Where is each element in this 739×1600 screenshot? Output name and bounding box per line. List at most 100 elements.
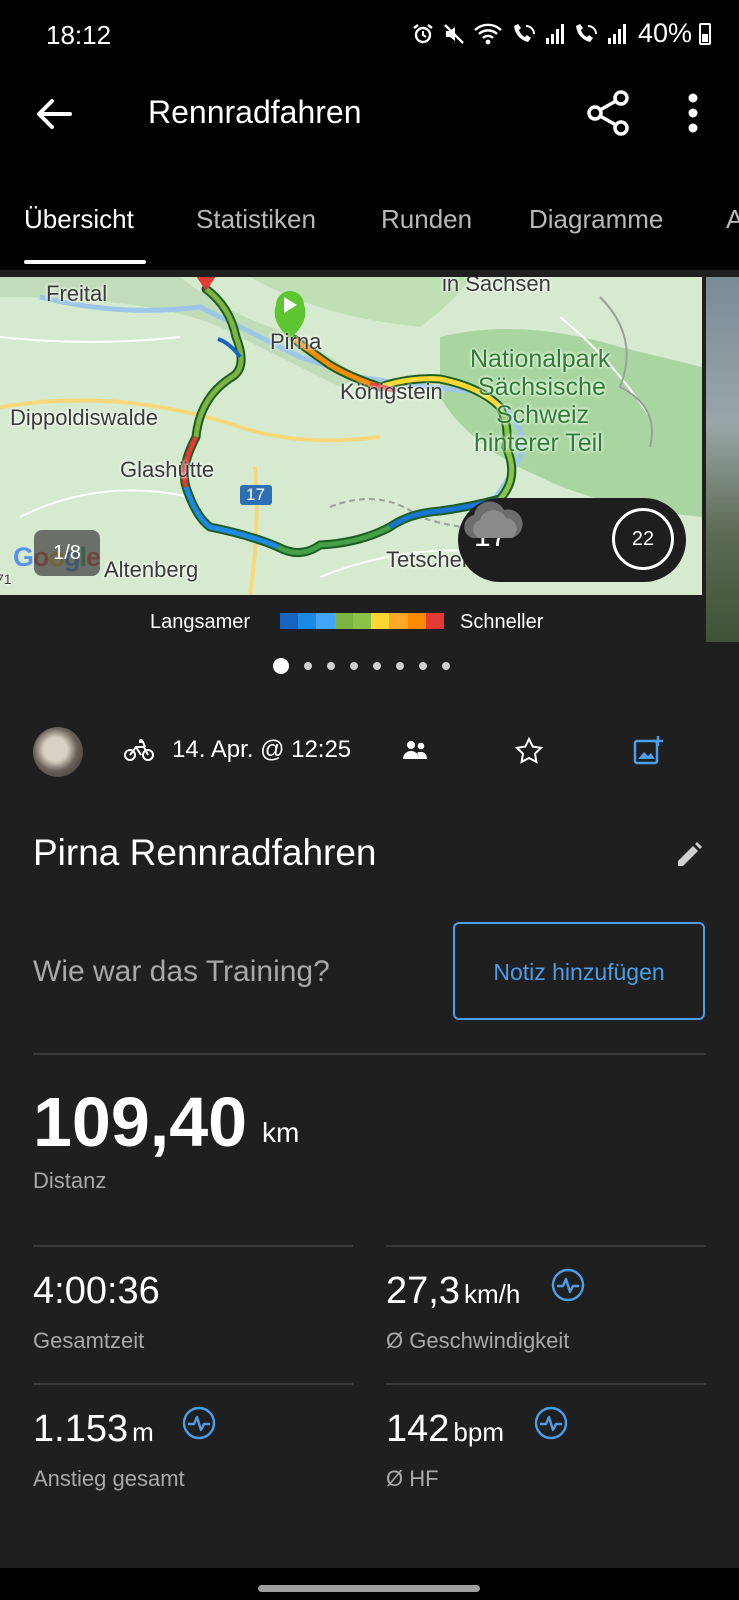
activity-date: 14. Apr. @ 12:25 (172, 736, 352, 763)
carousel-pager (273, 658, 450, 674)
avg-speed-value: 27,3 (386, 1270, 460, 1312)
legend-color-swatch (316, 613, 335, 629)
ascent-value: 1.153 (33, 1408, 129, 1450)
status-icons: 40% (411, 18, 711, 49)
divider (386, 1383, 706, 1385)
tab-laps[interactable]: Runden (381, 204, 472, 235)
map-label-nationalpark: Nationalpark (470, 345, 611, 373)
photo-thumbnail-peek[interactable] (706, 277, 739, 642)
pager-dot[interactable] (304, 662, 312, 670)
divider (386, 1245, 706, 1247)
signal-1-icon (545, 23, 564, 44)
ascent-value-row: 1.153 m (33, 1408, 154, 1451)
mute-icon (444, 23, 464, 44)
battery-icon (699, 22, 711, 45)
map-label-glashuette: Glashütte (120, 457, 215, 482)
home-gesture-handle[interactable] (258, 1585, 480, 1592)
pager-dot[interactable] (442, 662, 450, 670)
stat-avg-hr[interactable]: 142 bpm Ø HF (386, 1386, 706, 1506)
legend-color-swatch (298, 613, 317, 629)
total-time-value: 4:00:36 (33, 1270, 160, 1312)
training-question: Wie war das Training? (33, 955, 330, 988)
people-icon[interactable] (402, 739, 428, 761)
activity-info-row: 14. Apr. @ 12:25 (0, 722, 739, 782)
stat-ascent[interactable]: 1.153 m Anstieg gesamt (33, 1386, 353, 1506)
map-label-pirna: Pirna (270, 329, 322, 354)
photo-counter: 1/8 (34, 530, 100, 576)
map-edge-number: 71 (0, 571, 12, 587)
route-map[interactable]: Freital in Sachsen Pirna Nationalpark Sä… (0, 277, 702, 595)
avg-hr-label: Ø HF (386, 1466, 439, 1491)
divider (33, 1245, 353, 1247)
signal-2-icon (607, 23, 626, 44)
legend-color-swatch (407, 613, 426, 629)
activity-name: Pirna Rennradfahren (33, 832, 377, 873)
avg-speed-label: Ø Geschwindigkeit (386, 1328, 570, 1353)
avg-hr-value: 142 (386, 1408, 450, 1450)
weather-badge: 17° 22 (458, 498, 686, 582)
legend-slower-label: Langsamer (150, 611, 251, 633)
ascent-unit: m (132, 1417, 154, 1447)
avatar[interactable] (33, 727, 83, 777)
share-icon[interactable] (585, 88, 631, 138)
bike-icon (124, 739, 154, 761)
tab-overview[interactable]: Übersicht (24, 204, 134, 235)
tab-indicator (24, 260, 146, 264)
legend-color-swatch (389, 613, 408, 629)
performance-pulse-icon[interactable] (182, 1406, 216, 1440)
pager-dot[interactable] (373, 662, 381, 670)
legend-color-swatch (425, 613, 444, 629)
battery-percent: 40% (637, 18, 692, 48)
stat-avg-speed[interactable]: 27,3 km/h Ø Geschwindigkeit (386, 1248, 706, 1368)
wifi-icon (474, 23, 502, 44)
avg-speed-value-row: 27,3 km/h (386, 1270, 520, 1313)
tab-bar: Übersicht Statistiken Runden Diagramme A (0, 156, 739, 270)
add-photo-icon[interactable] (632, 734, 664, 766)
map-label-altenberg: Altenberg (104, 557, 199, 582)
performance-pulse-icon[interactable] (551, 1268, 585, 1302)
tab-more[interactable]: A (726, 204, 739, 235)
app-bar: Rennradfahren (0, 72, 739, 156)
pager-dot[interactable] (327, 662, 335, 670)
star-icon[interactable] (514, 736, 544, 766)
add-note-button[interactable]: Notiz hinzufügen (453, 922, 705, 1020)
map-label-schweiz: Schweiz (496, 401, 590, 429)
distance-unit: km (262, 1117, 300, 1148)
status-time: 18:12 (46, 20, 112, 50)
more-options-icon[interactable] (668, 88, 718, 138)
pager-dot[interactable] (350, 662, 358, 670)
map-label-sachsen: in Sachsen (442, 277, 551, 296)
ascent-label: Anstieg gesamt (33, 1466, 185, 1491)
map-route-number: 17 (246, 485, 265, 504)
pager-dot[interactable] (396, 662, 404, 670)
alarm-icon (413, 23, 433, 43)
total-time-label: Gesamtzeit (33, 1328, 145, 1353)
edit-icon[interactable] (674, 840, 704, 870)
map-label-koenigstein: Königstein (340, 379, 443, 404)
stat-total-time: 4:00:36 Gesamtzeit (33, 1248, 353, 1368)
wifi-call-2-icon (575, 23, 597, 42)
legend-color-swatch (371, 613, 390, 629)
status-bar: 18:12 40% (0, 0, 739, 72)
divider (33, 1053, 706, 1055)
page-title: Rennradfahren (148, 94, 362, 130)
avg-hr-value-row: 142 bpm (386, 1408, 504, 1451)
wind-indicator: 22 (612, 508, 674, 570)
pager-dot[interactable] (273, 658, 289, 674)
avg-hr-unit: bpm (453, 1417, 504, 1447)
pager-dot[interactable] (419, 662, 427, 670)
tab-statistics[interactable]: Statistiken (196, 204, 316, 235)
tab-charts[interactable]: Diagramme (529, 204, 663, 235)
speed-legend: Langsamer Schneller (0, 605, 702, 635)
distance-label: Distanz (33, 1168, 107, 1193)
map-label-saechsische: Sächsische (478, 373, 606, 401)
back-arrow-icon[interactable] (30, 90, 78, 138)
legend-color-swatch (352, 613, 372, 629)
divider (33, 1383, 353, 1385)
legend-color-swatch (334, 613, 353, 629)
wind-speed: 22 (631, 528, 655, 550)
avg-speed-unit: km/h (463, 1279, 521, 1309)
performance-pulse-icon[interactable] (534, 1406, 568, 1440)
wifi-call-icon (513, 23, 535, 42)
legend-faster-label: Schneller (460, 611, 544, 633)
